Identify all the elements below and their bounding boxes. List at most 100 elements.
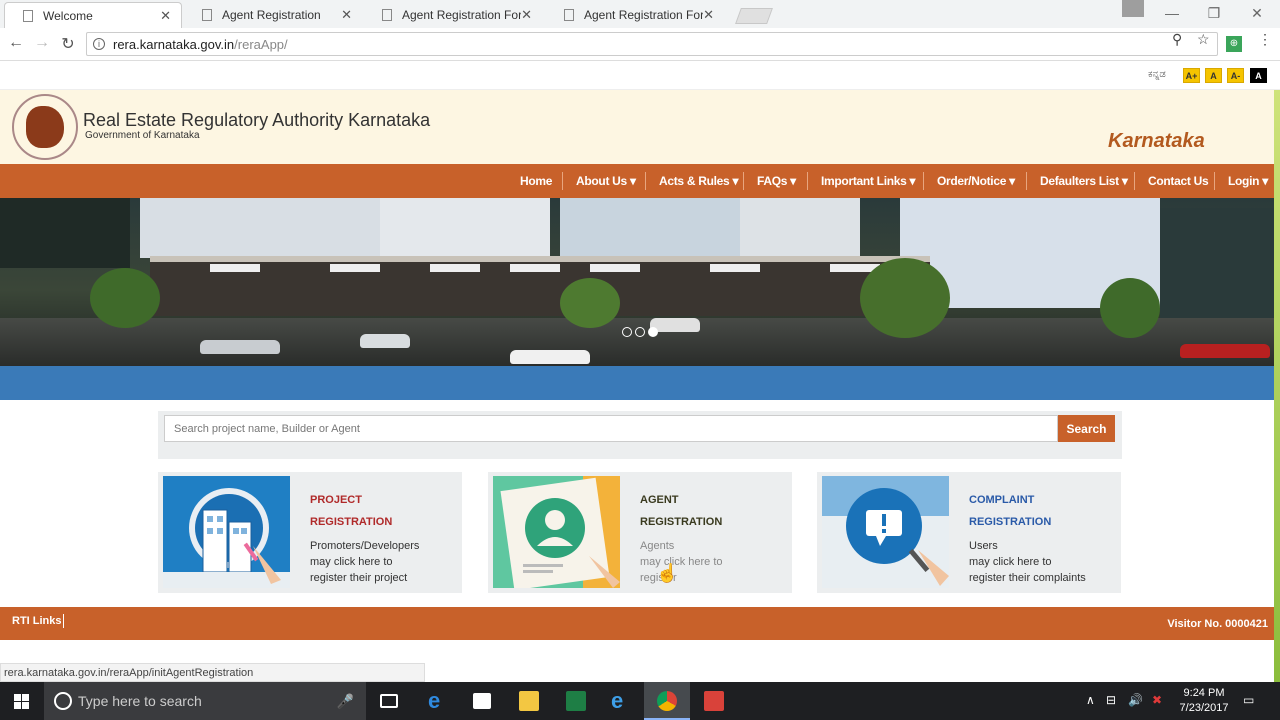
tab-title: Agent Registration (222, 8, 321, 22)
high-contrast-button[interactable]: A (1250, 68, 1267, 83)
close-icon[interactable]: ✕ (341, 7, 352, 23)
nav-acts-rules[interactable]: Acts & Rules ▾ (659, 164, 738, 198)
agent-registration-card[interactable]: AGENT REGISTRATION Agents may click here… (488, 472, 792, 593)
tab-title: Welcome (43, 8, 93, 23)
hero-banner-image (0, 198, 1274, 366)
rti-links[interactable]: RTI Links (12, 615, 62, 627)
windows-start-icon[interactable] (14, 694, 29, 709)
site-subtitle: Government of Karnataka (85, 130, 200, 141)
taskbar-search-placeholder: Type here to search (78, 693, 202, 709)
search-button[interactable]: Search (1058, 415, 1115, 442)
reload-icon[interactable]: ↻ (58, 34, 78, 54)
url-input[interactable]: i rera.karnataka.gov.in /reraApp/ (86, 32, 1218, 56)
network-icon[interactable]: ⊟ (1106, 693, 1116, 707)
window-close-icon[interactable]: ✕ (1237, 0, 1277, 26)
nav-home[interactable]: Home (520, 164, 552, 198)
close-icon[interactable]: ✕ (703, 7, 714, 23)
nav-contact-us[interactable]: Contact Us (1148, 164, 1209, 198)
tab-agent-registration-form-2[interactable]: Agent Registration Form ✕ (546, 2, 724, 28)
store-icon[interactable] (473, 693, 491, 709)
page-icon (382, 9, 392, 21)
font-normal-button[interactable]: A (1205, 68, 1222, 83)
system-clock[interactable]: 9:24 PM 7/23/2017 (1176, 686, 1232, 716)
visitor-counter: Visitor No. 0000421 (1167, 618, 1268, 630)
taskbar-search-box[interactable]: Type here to search 🎤 (44, 682, 366, 720)
info-icon[interactable]: i (93, 38, 105, 50)
card-description: Users may click here to register their c… (969, 540, 1086, 584)
forward-icon[interactable]: → (32, 34, 52, 52)
microphone-icon[interactable]: 🎤 (337, 693, 354, 710)
desktop-edge (1274, 90, 1280, 682)
close-icon[interactable]: ✕ (160, 8, 171, 24)
url-host: rera.karnataka.gov.in (113, 36, 235, 52)
excel-icon[interactable] (566, 691, 586, 711)
nav-faqs[interactable]: FAQs ▾ (757, 164, 796, 198)
menu-icon[interactable]: ⋮ (1258, 31, 1272, 48)
card-description: Promoters/Developers may click here to r… (310, 540, 420, 584)
accessibility-strip: ಕನ್ನಡ A+ A A- A (0, 62, 1280, 90)
close-icon[interactable]: ✕ (521, 7, 532, 23)
carousel-indicators (622, 327, 658, 337)
minimize-icon[interactable]: — (1152, 0, 1192, 26)
nav-about-us[interactable]: About Us ▾ (576, 164, 636, 198)
rera-seal-logo (12, 94, 78, 160)
edge-browser-icon[interactable]: e (428, 690, 448, 712)
file-explorer-icon[interactable] (519, 691, 539, 711)
security-alert-icon[interactable]: ✖ (1152, 693, 1162, 707)
building-illustration-icon (163, 476, 290, 588)
carousel-dot[interactable] (635, 327, 645, 337)
volume-icon[interactable]: 🔊 (1128, 693, 1143, 707)
tab-agent-registration[interactable]: Agent Registration ✕ (184, 2, 362, 28)
screen-recorder-icon[interactable] (704, 691, 724, 711)
cortana-icon (54, 692, 72, 710)
nav-important-links[interactable]: Important Links ▾ (821, 164, 916, 198)
bookmark-star-icon[interactable]: ☆ (1197, 31, 1210, 48)
complaint-registration-card[interactable]: COMPLAINT REGISTRATION Users may click h… (817, 472, 1121, 593)
tab-title: Agent Registration Form (584, 8, 704, 22)
tab-agent-registration-form-1[interactable]: Agent Registration Form ✕ (364, 2, 542, 28)
carousel-dot[interactable] (622, 327, 632, 337)
windows-taskbar: Type here to search 🎤 e e ∧ ⊟ 🔊 ✖ 9:24 P… (0, 682, 1280, 720)
page-icon (564, 9, 574, 21)
user-profile-icon[interactable] (1122, 0, 1144, 17)
card-title: PROJECT REGISTRATION (310, 494, 393, 528)
blue-divider-bar (0, 366, 1274, 400)
tray-chevron-icon[interactable]: ∧ (1086, 693, 1095, 707)
complaint-alert-illustration-icon (822, 476, 949, 588)
address-toolbar: ← → ↻ i rera.karnataka.gov.in /reraApp/ … (0, 28, 1280, 61)
tab-title: Agent Registration Form (402, 8, 522, 22)
hand-cursor-icon: ☝ (656, 563, 679, 583)
tab-welcome[interactable]: Welcome ✕ (4, 2, 182, 28)
site-header: Real Estate Regulatory Authority Karnata… (0, 90, 1274, 164)
main-navigation: Home About Us ▾ Acts & Rules ▾ FAQs ▾ Im… (0, 164, 1274, 198)
internet-explorer-icon[interactable]: e (611, 690, 631, 712)
new-tab-button[interactable] (735, 8, 773, 24)
carousel-dot-active[interactable] (648, 327, 658, 337)
site-title: Real Estate Regulatory Authority Karnata… (83, 110, 431, 130)
task-view-icon[interactable] (380, 694, 398, 708)
project-search-input[interactable] (164, 415, 1058, 442)
search-panel: Search (158, 411, 1122, 459)
state-logo-text: Karnataka (1108, 130, 1205, 152)
site-footer: RTI Links Visitor No. 0000421 (0, 607, 1280, 640)
zoom-icon[interactable]: ⚲ (1172, 31, 1182, 48)
card-title: AGENT REGISTRATION (640, 494, 723, 528)
nav-order-notice[interactable]: Order/Notice ▾ (937, 164, 1015, 198)
status-bar-url: rera.karnataka.gov.in/reraApp/initAgentR… (0, 663, 425, 682)
card-title: COMPLAINT REGISTRATION (969, 494, 1052, 528)
nav-defaulters-list[interactable]: Defaulters List ▾ (1040, 164, 1128, 198)
chrome-icon[interactable] (657, 691, 677, 711)
page-icon (23, 9, 33, 22)
notifications-icon[interactable]: ▭ (1243, 693, 1254, 707)
extension-icon[interactable]: ⊕ (1226, 36, 1242, 52)
back-icon[interactable]: ← (6, 34, 26, 52)
agent-profile-illustration-icon (493, 476, 620, 588)
url-path: /reraApp/ (234, 36, 288, 52)
language-link[interactable]: ಕನ್ನಡ (1148, 69, 1166, 80)
project-registration-card[interactable]: PROJECT REGISTRATION Promoters/Developer… (158, 472, 462, 593)
font-decrease-button[interactable]: A- (1227, 68, 1244, 83)
page-icon (202, 9, 212, 21)
nav-login[interactable]: Login ▾ (1228, 164, 1268, 198)
font-increase-button[interactable]: A+ (1183, 68, 1200, 83)
restore-icon[interactable]: ❐ (1194, 0, 1234, 26)
